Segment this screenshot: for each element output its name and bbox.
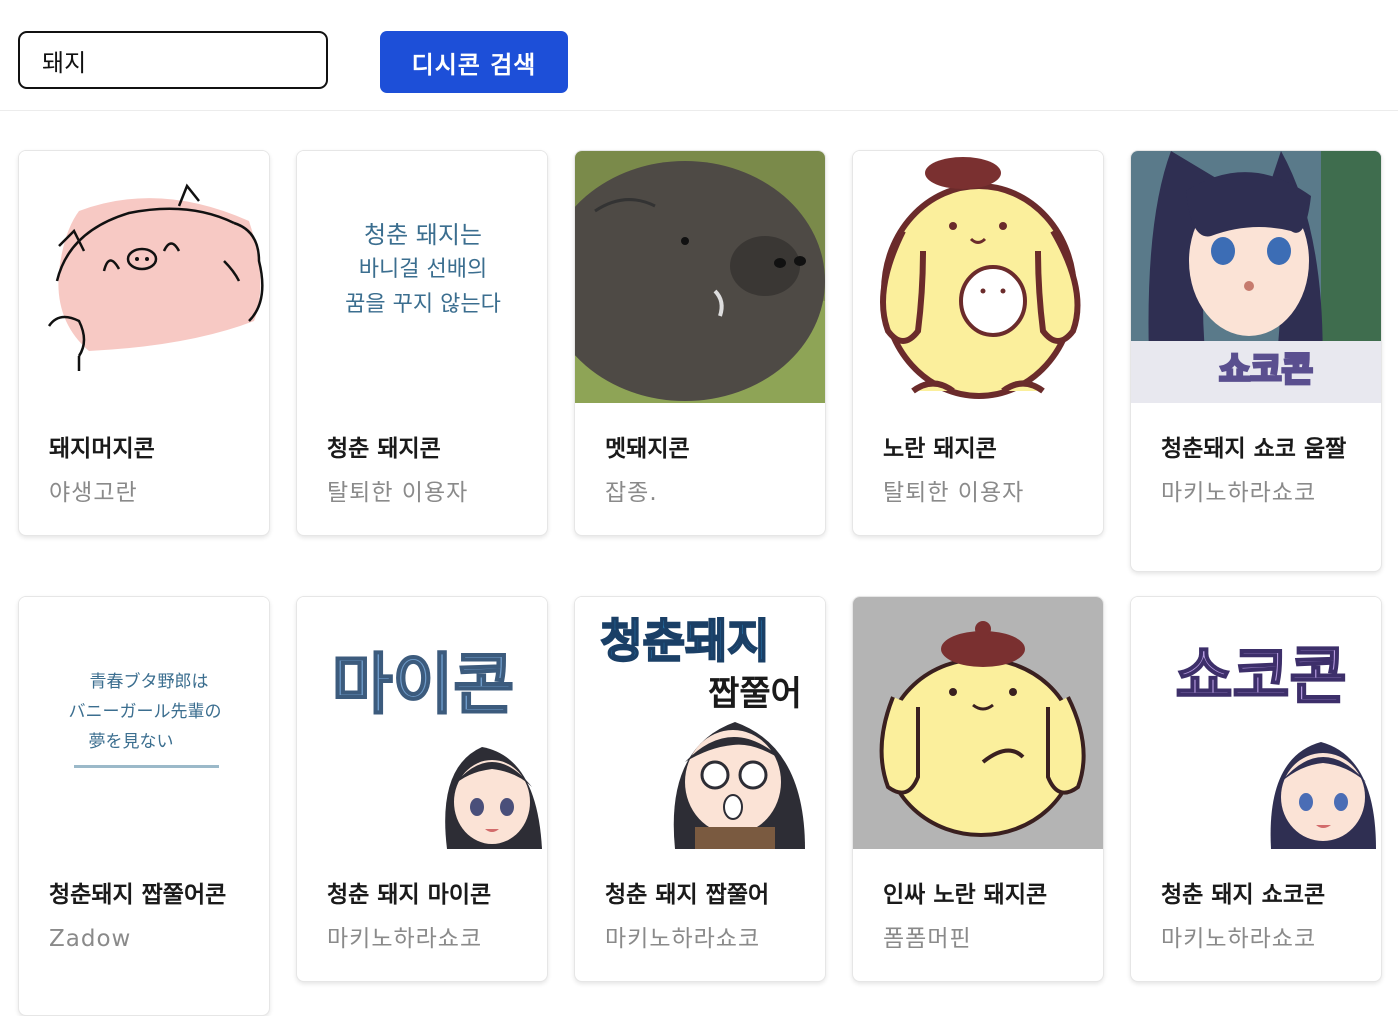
emoticon-card[interactable]: 노란 돼지콘 탈퇴한 이용자 [852,150,1104,536]
card-thumbnail [853,597,1103,849]
card-thumbnail [575,151,825,403]
card-title: 청춘 돼지 마이콘 [327,882,492,908]
card-thumbnail [853,151,1103,403]
thumbnail-text: バニーガール先輩の [69,702,222,722]
card-title: 청춘 돼지 짭쭐어 [605,882,770,908]
card-title: 인싸 노란 돼지콘 [883,882,1048,908]
card-author: 탈퇴한 이용자 [883,480,1025,506]
card-thumbnail: 쇼코콘 [1131,151,1381,403]
card-author: 마키노하라쇼코 [605,926,761,952]
card-thumbnail: 青春ブタ野郎は バニーガール先輩の 夢を見ない [19,597,269,849]
emoticon-card[interactable]: 돼지머지콘 야생고란 [18,150,270,536]
card-author: 마키노하라쇼코 [327,926,483,952]
emoticon-card[interactable]: 멧돼지콘 잡종. [574,150,826,536]
emoticon-card[interactable]: 쇼코콘 청춘돼지 쇼코 움짤 마키노하라쇼코 [1130,150,1382,572]
thumbnail-text: 夢を見ない [89,732,174,752]
thumbnail-text: 짭쭐어 [708,674,802,714]
card-author: 야생고란 [49,480,138,506]
card-title: 돼지머지콘 [49,436,155,462]
emoticon-card[interactable]: 청춘 돼지는 바니걸 선배의 꿈을 꾸지 않는다 청춘 돼지콘 탈퇴한 이용자 [296,150,548,536]
card-author: 마키노하라쇼코 [1161,480,1317,506]
card-author: Zadow [49,926,132,952]
search-input[interactable] [18,31,328,89]
card-thumbnail: 청춘 돼지는 바니걸 선배의 꿈을 꾸지 않는다 [297,151,547,403]
thumbnail-text: 바니걸 선배의 [359,257,487,282]
thumbnail-text: 마이콘 [332,646,514,723]
thumbnail-text: 쇼코콘 [1175,639,1346,712]
card-title: 청춘돼지 짭쭐어콘 [49,882,227,908]
card-author: 잡종. [605,480,658,506]
emoticon-card[interactable]: 마이콘 청춘 돼지 마이콘 마키노하라쇼코 [296,596,548,982]
thumbnail-text: 꿈을 꾸지 않는다 [345,292,501,317]
card-author: 폼폼머핀 [883,926,972,952]
emoticon-card[interactable]: 쇼코콘 청춘 돼지 쇼코콘 마키노하라쇼코 [1130,596,1382,982]
emoticon-card[interactable]: 청춘돼지 짭쭐어 청춘 돼지 짭쭐어 마키노하라쇼코 [574,596,826,982]
card-title: 청춘 돼지 쇼코콘 [1161,882,1326,908]
card-thumbnail: 쇼코콘 [1131,597,1381,849]
thumbnail-text: 청춘돼지 [600,614,769,668]
card-thumbnail: 청춘돼지 짭쭐어 [575,597,825,849]
thumbnail-text: 청춘 돼지는 [364,221,482,249]
card-thumbnail: 마이콘 [297,597,547,849]
thumbnail-text: 쇼코콘 [1219,350,1313,390]
emoticon-card[interactable]: 인싸 노란 돼지콘 폼폼머핀 [852,596,1104,982]
card-author: 마키노하라쇼코 [1161,926,1317,952]
thumbnail-text: 青春ブタ野郎は [90,671,209,692]
card-title: 청춘 돼지콘 [327,436,441,462]
card-author: 탈퇴한 이용자 [327,480,469,506]
emoticon-card[interactable]: 青春ブタ野郎は バニーガール先輩の 夢を見ない 청춘돼지 짭쭐어콘 Zadow [18,596,270,1016]
card-thumbnail [19,151,269,403]
card-title: 청춘돼지 쇼코 움짤 [1161,436,1347,462]
search-bar: 디시콘 검색 [0,0,1398,111]
card-title: 멧돼지콘 [605,436,690,462]
card-title: 노란 돼지콘 [883,436,997,462]
search-button[interactable]: 디시콘 검색 [380,31,568,93]
